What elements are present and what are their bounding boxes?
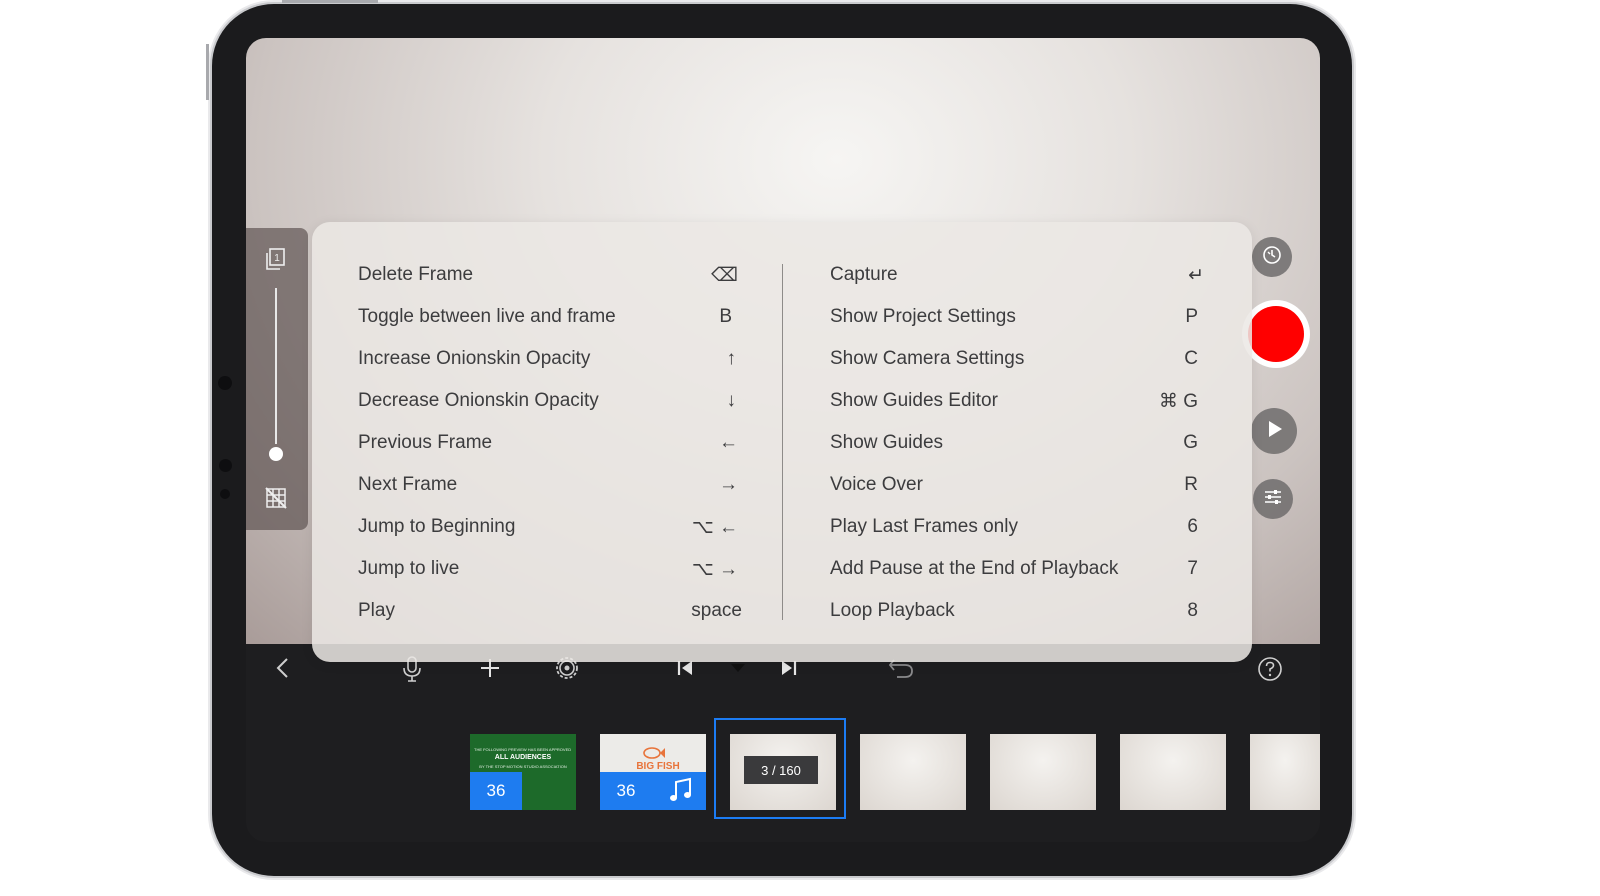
shortcut-key: space bbox=[691, 600, 742, 621]
shortcut-label: Show Project Settings bbox=[830, 306, 1016, 327]
frame-count-badge: 36 bbox=[600, 772, 652, 810]
record-button[interactable] bbox=[1242, 300, 1310, 368]
svg-text:1: 1 bbox=[274, 253, 280, 264]
shortcut-label: Jump to live bbox=[358, 558, 460, 579]
title-card-line: THE FOLLOWING PREVIEW HAS BEEN APPROVED … bbox=[474, 747, 572, 752]
shortcut-label: Loop Playback bbox=[830, 600, 955, 621]
shortcut-label: Show Guides bbox=[830, 432, 944, 453]
column-divider bbox=[782, 264, 783, 620]
shortcut-key: G bbox=[1183, 432, 1198, 453]
filmstrip-clip-title-card[interactable]: THE FOLLOWING PREVIEW HAS BEEN APPROVED … bbox=[470, 734, 576, 810]
shortcut-key: ↑ bbox=[726, 348, 737, 369]
shortcut-row: Show Guides Editor ⌘ G bbox=[830, 382, 1204, 424]
sliders-icon bbox=[1262, 486, 1284, 513]
shortcut-row: Next Frame → bbox=[358, 466, 738, 508]
shortcut-label: Capture bbox=[830, 264, 898, 285]
playhead-marker bbox=[729, 662, 747, 674]
frame-count-badge: 36 bbox=[470, 772, 522, 810]
shortcut-label: Next Frame bbox=[358, 474, 458, 495]
shortcuts-left-column: Delete Frame ⌫ Toggle between live and fr… bbox=[358, 256, 742, 634]
back-button[interactable] bbox=[270, 656, 296, 684]
filmstrip-frame[interactable] bbox=[1120, 734, 1226, 810]
shortcut-key: ↓ bbox=[726, 390, 737, 411]
app-screen: 1 THE FOLLOWING PREVIEW HAS BEEN APPROVE… bbox=[246, 38, 1320, 842]
filmstrip-clip-big-fish[interactable]: BIG FISH 36 bbox=[600, 734, 706, 810]
shortcut-row: Play Last Frames only 6 bbox=[830, 508, 1204, 550]
shortcut-row: Previous Frame ← bbox=[358, 424, 738, 466]
shortcut-key: B bbox=[719, 306, 732, 327]
shortcut-key: ← bbox=[719, 432, 738, 453]
shortcut-row: Show Project Settings P bbox=[830, 298, 1204, 340]
shortcut-key: 6 bbox=[1187, 516, 1198, 537]
filmstrip-frame[interactable] bbox=[860, 734, 966, 810]
music-note-icon bbox=[668, 776, 694, 809]
help-icon bbox=[1257, 656, 1283, 687]
shortcut-key: 8 bbox=[1187, 600, 1198, 621]
shortcut-key: ↵ bbox=[1188, 265, 1204, 286]
shortcut-key: P bbox=[1185, 306, 1198, 327]
shortcut-row: Toggle between live and frame B bbox=[358, 298, 738, 340]
keyboard-shortcuts-overlay: Delete Frame ⌫ Toggle between live and fr… bbox=[312, 222, 1252, 662]
shortcut-key: ⌥ → bbox=[691, 559, 738, 580]
shortcut-key: ⌫ bbox=[711, 265, 738, 286]
shortcut-key: ⌥ ← bbox=[691, 517, 738, 538]
shortcut-row: Delete Frame ⌫ bbox=[358, 256, 738, 298]
help-button[interactable] bbox=[1256, 656, 1284, 687]
shortcut-key: R bbox=[1184, 474, 1198, 495]
onionskin-slider-track[interactable] bbox=[275, 288, 277, 444]
chevron-left-icon bbox=[275, 657, 291, 684]
shortcut-label: Play bbox=[358, 600, 395, 621]
grid-off-icon[interactable] bbox=[264, 486, 288, 510]
filmstrip-frame[interactable] bbox=[1250, 734, 1320, 810]
shortcut-row: Decrease Onionskin Opacity ↓ bbox=[358, 382, 738, 424]
title-card-line: BY THE STOP MOTION STUDIO ASSOCIATION bbox=[479, 764, 567, 769]
shortcut-label: Previous Frame bbox=[358, 432, 493, 453]
shortcut-label: Jump to Beginning bbox=[358, 516, 516, 537]
onionskin-slider-knob[interactable] bbox=[269, 447, 283, 461]
frame-counter: 3 / 160 bbox=[744, 756, 818, 784]
big-fish-title: BIG FISH bbox=[636, 761, 680, 772]
shortcut-label: Delete Frame bbox=[358, 264, 474, 285]
shortcut-row: Show Camera Settings C bbox=[830, 340, 1204, 382]
shortcut-label: Show Guides Editor bbox=[830, 390, 998, 411]
shortcut-label: Play Last Frames only bbox=[830, 516, 1018, 537]
shortcut-label: Show Camera Settings bbox=[830, 348, 1025, 369]
onionskin-panel: 1 bbox=[246, 228, 308, 530]
shortcut-key: 7 bbox=[1187, 558, 1198, 579]
top-button bbox=[282, 0, 378, 3]
shortcuts-right-column: Capture ↵ Show Project Settings P Show Cam… bbox=[830, 256, 1204, 634]
pencil-magnet-dot bbox=[218, 376, 232, 390]
shortcut-row: Voice Over R bbox=[830, 466, 1204, 508]
side-button bbox=[206, 44, 209, 100]
title-card-heading: ALL AUDIENCES bbox=[494, 754, 552, 761]
shortcut-label: Decrease Onionskin Opacity bbox=[358, 390, 599, 411]
shortcut-row: Show Guides G bbox=[830, 424, 1204, 466]
shortcut-label: Increase Onionskin Opacity bbox=[358, 348, 591, 369]
shortcut-label: Toggle between live and frame bbox=[358, 306, 616, 327]
pencil-magnet-dot bbox=[220, 489, 230, 499]
shortcut-row: Increase Onionskin Opacity ↑ bbox=[358, 340, 738, 382]
shortcut-row: Capture ↵ bbox=[830, 256, 1204, 298]
shortcut-key: → bbox=[719, 474, 738, 495]
shortcut-row: Play space bbox=[358, 592, 742, 634]
shortcut-key: C bbox=[1184, 348, 1198, 369]
shortcut-row: Loop Playback 8 bbox=[830, 592, 1204, 634]
filmstrip-frame[interactable] bbox=[990, 734, 1096, 810]
play-icon bbox=[1263, 418, 1285, 445]
timer-button[interactable] bbox=[1252, 237, 1292, 277]
shortcut-key: ⌘ G bbox=[1158, 391, 1198, 412]
shortcut-label: Voice Over bbox=[830, 474, 923, 495]
timer-icon bbox=[1261, 244, 1283, 271]
play-button[interactable] bbox=[1251, 408, 1297, 454]
shortcut-row: Add Pause at the End of Playback 7 bbox=[830, 550, 1204, 592]
single-frame-icon[interactable]: 1 bbox=[263, 246, 289, 272]
pencil-magnet-dot bbox=[219, 459, 232, 472]
settings-button[interactable] bbox=[1253, 479, 1293, 519]
shortcut-label: Add Pause at the End of Playback bbox=[830, 558, 1119, 579]
shortcut-row: Jump to Beginning ⌥ ← bbox=[358, 508, 738, 550]
record-indicator bbox=[1248, 306, 1304, 362]
shortcut-row: Jump to live ⌥ → bbox=[358, 550, 738, 592]
